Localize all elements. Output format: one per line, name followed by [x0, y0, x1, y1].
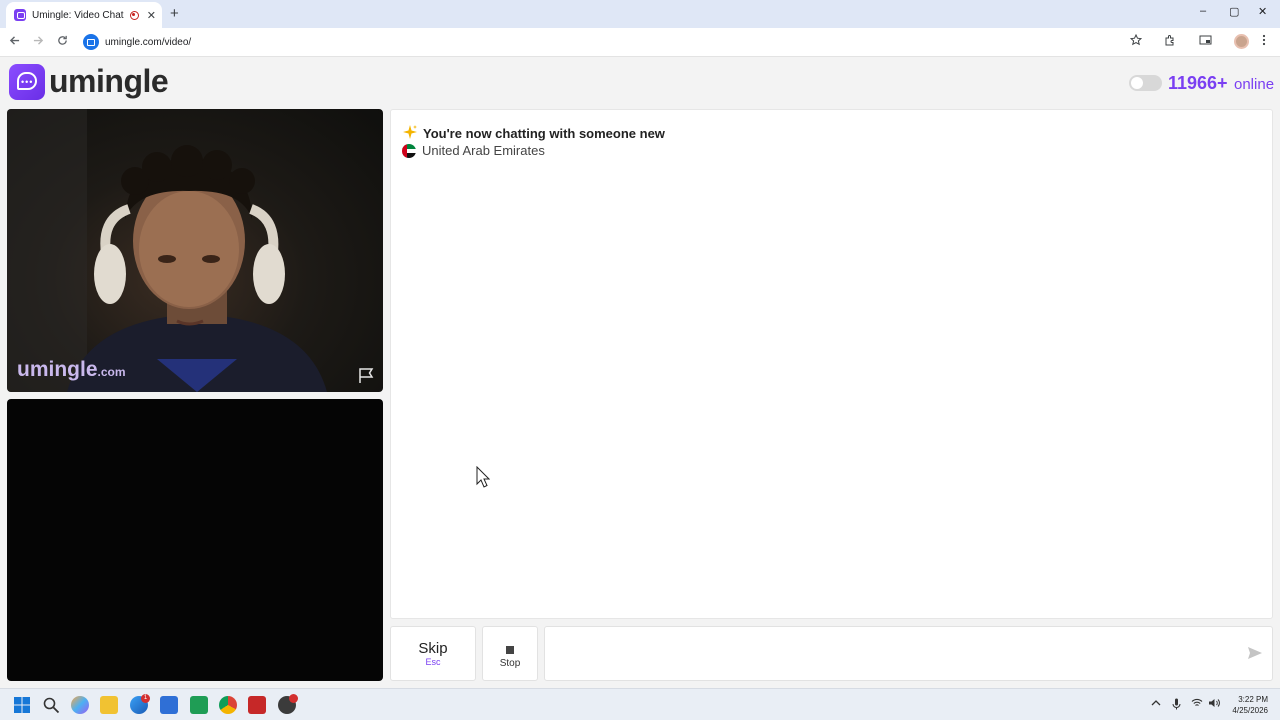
stop-button[interactable]: Stop [482, 626, 538, 681]
site-info-icon[interactable] [83, 34, 99, 50]
remote-video-feed [7, 109, 327, 392]
partner-country: United Arab Emirates [402, 143, 545, 158]
address-bar[interactable]: umingle.com/video/ [82, 31, 1152, 53]
uae-flag-icon [402, 143, 416, 158]
system-clock[interactable]: 3:22 PM 4/25/2026 [1226, 694, 1268, 716]
connection-status-message: You're now chatting with someone new [403, 125, 665, 142]
skip-shortcut-hint: Esc [425, 657, 441, 667]
window-minimize-button[interactable]: – [1200, 5, 1206, 17]
volume-icon[interactable] [1208, 698, 1220, 711]
clock-date: 4/25/2026 [1232, 706, 1268, 715]
report-flag-icon[interactable] [358, 367, 375, 389]
message-input[interactable] [544, 626, 1273, 681]
copilot-icon[interactable] [71, 696, 89, 714]
url-text: umingle.com/video/ [105, 36, 192, 48]
wifi-icon[interactable] [1191, 698, 1203, 711]
star-icon[interactable] [1129, 33, 1143, 49]
search-icon[interactable] [42, 696, 60, 714]
extensions-icon[interactable] [1164, 34, 1176, 49]
window-close-button[interactable]: ✕ [1258, 5, 1267, 18]
cast-icon[interactable] [1199, 34, 1212, 49]
file-explorer-icon[interactable] [100, 696, 118, 714]
back-arrow-icon[interactable] [9, 34, 20, 49]
page-content: ••• umingle 11966+ online umingle.com Yo… [0, 57, 1280, 688]
mouse-cursor-icon [476, 465, 491, 493]
umingle-logo-icon[interactable]: ••• [9, 64, 45, 100]
window-maximize-button[interactable]: ▢ [1229, 5, 1239, 18]
show-hidden-icons-icon[interactable] [1151, 698, 1161, 710]
notification-badge: 1 [141, 694, 150, 703]
recording-indicator-icon [129, 10, 139, 20]
country-name: United Arab Emirates [422, 143, 545, 158]
status-text: You're now chatting with someone new [423, 126, 665, 141]
tab-title: Umingle: Video Chat with S [32, 9, 126, 21]
spreadsheet-app-icon[interactable] [190, 696, 208, 714]
remote-video: umingle.com [7, 109, 383, 392]
chrome-icon[interactable] [219, 696, 237, 714]
umingle-watermark: umingle.com [17, 358, 126, 381]
stop-icon [506, 646, 514, 654]
stop-label: Stop [499, 658, 521, 669]
app-alert-badge [289, 694, 298, 703]
browser-tab[interactable]: Umingle: Video Chat with S ✕ [6, 2, 162, 28]
microphone-icon[interactable] [1172, 698, 1181, 713]
toggle-knob [1131, 77, 1143, 89]
pdf-reader-icon[interactable] [248, 696, 266, 714]
browser-tab-bar: Umingle: Video Chat with S ✕ + – ▢ ✕ [0, 0, 1280, 28]
site-logo-text[interactable]: umingle [49, 63, 169, 100]
browser-toolbar: umingle.com/video/ [0, 28, 1280, 57]
forward-arrow-icon[interactable] [33, 34, 44, 49]
store-icon[interactable] [160, 696, 178, 714]
windows-taskbar: 1 3:22 PM 4/25/2026 [0, 688, 1280, 720]
umingle-favicon-icon [14, 9, 26, 21]
chat-panel: You're now chatting with someone new Uni… [390, 109, 1273, 619]
local-video [7, 399, 383, 681]
skip-label: Skip [418, 640, 448, 657]
online-count: 11966+ [1168, 73, 1228, 93]
windows-start-icon[interactable] [13, 696, 31, 714]
menu-dots-icon[interactable] [1262, 34, 1266, 49]
reload-icon[interactable] [57, 34, 68, 49]
tab-close-button[interactable]: ✕ [147, 9, 156, 22]
online-label: online [1234, 76, 1275, 93]
send-icon[interactable] [1247, 646, 1263, 665]
clock-time: 3:22 PM [1238, 695, 1268, 704]
new-tab-button[interactable]: + [170, 5, 179, 22]
dark-mode-toggle[interactable] [1129, 75, 1162, 91]
skip-button[interactable]: Skip Esc [390, 626, 476, 681]
profile-avatar[interactable] [1234, 34, 1249, 49]
sparkle-icon [403, 125, 417, 142]
